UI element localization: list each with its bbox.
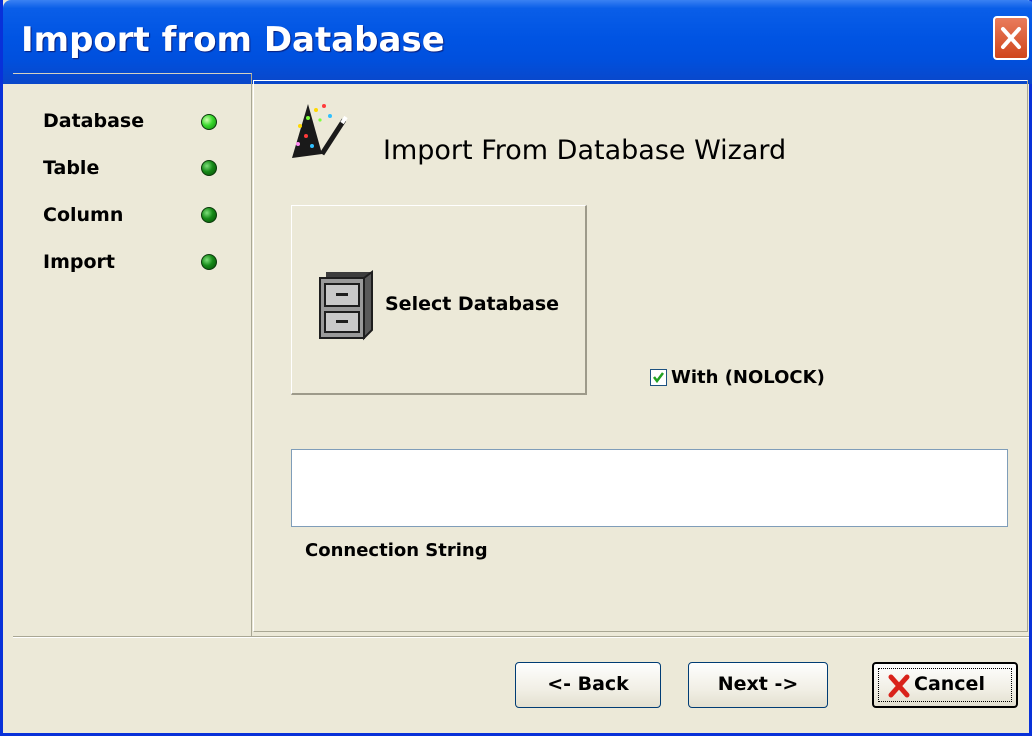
nolock-label[interactable]: With (NOLOCK) — [671, 367, 825, 388]
status-led-icon — [201, 254, 217, 270]
connection-string-input[interactable] — [291, 449, 1008, 527]
wizard-window: Import from Database Database Table Colu… — [0, 0, 1032, 736]
step-column-label: Column — [43, 204, 124, 226]
status-led-icon — [201, 160, 217, 176]
cancel-button[interactable]: Cancel — [872, 662, 1018, 708]
select-database-button[interactable]: Select Database — [291, 205, 587, 395]
step-table-label: Table — [43, 157, 100, 179]
file-cabinet-icon — [319, 270, 373, 341]
window-title: Import from Database — [21, 20, 445, 60]
step-database-label: Database — [43, 110, 145, 132]
wizard-title: Import From Database Wizard — [383, 135, 787, 166]
checkmark-icon — [653, 372, 664, 384]
close-icon — [1001, 27, 1021, 49]
select-database-label: Select Database — [385, 293, 560, 315]
title-bar[interactable]: Import from Database — [3, 0, 1032, 84]
cancel-label: Cancel — [914, 673, 985, 695]
steps-sidebar: Database Table Column Import — [13, 73, 252, 636]
next-button[interactable]: Next -> — [688, 662, 828, 708]
connection-string-label: Connection String — [305, 540, 488, 561]
status-led-icon — [201, 114, 217, 130]
magic-wand-icon — [292, 104, 348, 158]
close-button[interactable] — [993, 16, 1029, 60]
step-import-label: Import — [43, 251, 115, 273]
status-led-icon — [201, 207, 217, 223]
back-button[interactable]: <- Back — [515, 662, 661, 708]
footer-divider — [13, 636, 1029, 638]
red-x-icon — [888, 674, 910, 698]
checkbox-box[interactable] — [650, 369, 667, 386]
